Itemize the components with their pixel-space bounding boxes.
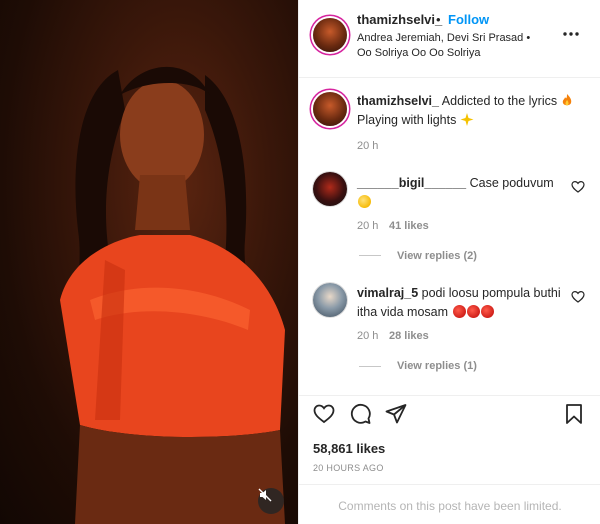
comment-icon[interactable] <box>349 403 371 425</box>
comment-body: ______bigil______ Case poduvum <box>357 174 567 212</box>
comment-avatar[interactable] <box>313 283 347 317</box>
post-media[interactable] <box>0 0 298 524</box>
muted-speaker-icon <box>258 488 272 502</box>
comments-limited-notice: Comments on this post have been limited. <box>338 499 562 513</box>
comment-avatar[interactable] <box>313 172 347 206</box>
comment-likes[interactable]: 41 likes <box>389 220 429 232</box>
angry-emoji-icon <box>452 305 466 318</box>
view-replies-link[interactable]: View replies (1) <box>397 360 477 372</box>
comments-footer: Comments on this post have been limited. <box>299 484 600 524</box>
caption-username[interactable]: thamizhselvi_ <box>357 94 439 108</box>
heart-icon[interactable] <box>313 403 335 425</box>
post-timestamp: 20 HOURS AGO <box>313 463 384 473</box>
comment-time: 20 h <box>357 220 379 232</box>
comment-username[interactable]: ______bigil______ <box>357 176 466 190</box>
laughing-emoji-icon <box>358 195 371 208</box>
actions-divider <box>299 395 600 396</box>
caption-time: 20 h <box>357 140 379 152</box>
bookmark-icon[interactable] <box>563 403 585 425</box>
sparkles-emoji-icon <box>460 113 474 126</box>
comment-username[interactable]: vimalraj_5 <box>357 286 418 300</box>
caption-avatar[interactable] <box>313 92 347 126</box>
post-details-panel: thamizhselvi_ • Follow Andrea Jeremiah, … <box>298 0 600 524</box>
header-separator: • <box>436 12 441 27</box>
post-header: thamizhselvi_ • Follow Andrea Jeremiah, … <box>299 0 600 78</box>
author-username[interactable]: thamizhselvi_ <box>357 12 442 27</box>
audio-attribution[interactable]: Andrea Jeremiah, Devi Sri Prasad • Oo So… <box>357 31 547 61</box>
angry-emoji-icon <box>480 305 494 318</box>
comment-likes[interactable]: 28 likes <box>389 330 429 342</box>
post-caption: thamizhselvi_ Addicted to the lyrics Pla… <box>357 92 587 130</box>
replies-divider <box>359 255 381 256</box>
view-replies-link[interactable]: View replies (2) <box>397 250 477 262</box>
angry-emoji-icon <box>466 305 480 318</box>
follow-button[interactable]: Follow <box>448 12 489 27</box>
more-horizontal-icon[interactable] <box>561 24 581 44</box>
caption-text-line1: Addicted to the lyrics <box>441 94 558 108</box>
comment-like-heart-icon[interactable] <box>571 180 585 194</box>
mute-button[interactable] <box>258 488 284 514</box>
comment-body: vimalraj_5 podi loosu pompula buthi itha… <box>357 284 567 322</box>
replies-divider <box>359 366 381 367</box>
comment-time: 20 h <box>357 330 379 342</box>
likes-count[interactable]: 58,861 likes <box>313 441 385 456</box>
post-video-frame <box>60 66 285 524</box>
caption-text-line2: Playing with lights <box>357 113 457 127</box>
share-icon[interactable] <box>385 403 407 425</box>
author-avatar[interactable] <box>313 18 347 52</box>
comment-like-heart-icon[interactable] <box>571 290 585 304</box>
fire-emoji-icon <box>562 94 571 106</box>
comment-text: Case poduvum <box>469 176 554 190</box>
